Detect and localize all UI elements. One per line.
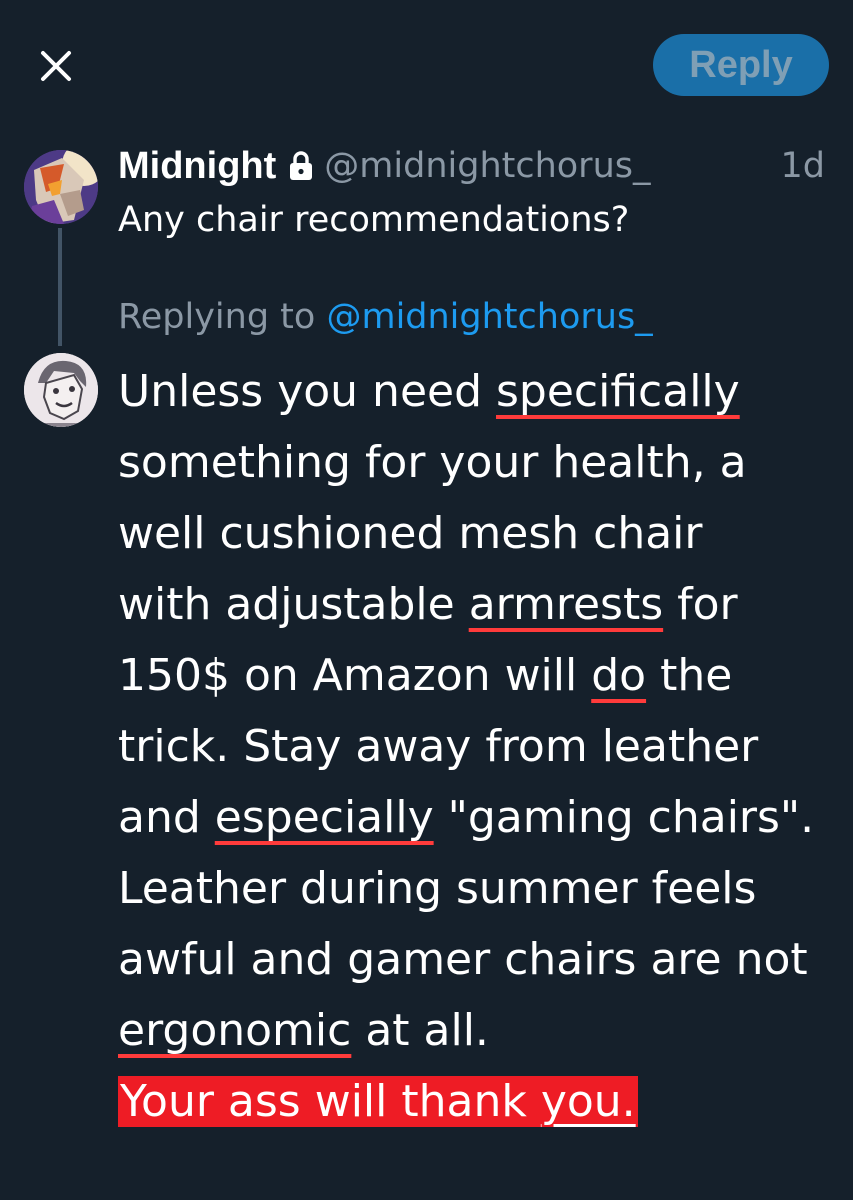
author-name[interactable]: Midnight	[118, 145, 276, 188]
reply-line: something for your health, a	[118, 437, 747, 488]
reply-line: Leather during summer feels	[118, 863, 757, 914]
spellcheck-word[interactable]: armrests	[469, 579, 663, 630]
spellcheck-word[interactable]: do	[591, 650, 646, 701]
reply-line: ergonomic at all.	[118, 1005, 489, 1056]
reply-line: with adjustable armrests for	[118, 579, 738, 630]
reply-line: awful and gamer chairs are not	[118, 934, 808, 985]
highlight-underlined-word: you.	[540, 1076, 636, 1127]
lock-icon	[290, 151, 313, 180]
avatar-image	[24, 150, 98, 224]
reply-line: and especially "gaming chairs".	[118, 792, 815, 843]
tweet-text: Any chair recommendations?	[118, 200, 630, 240]
close-button[interactable]	[38, 48, 74, 84]
replying-to: Replying to @midnightchorus_	[118, 293, 653, 341]
tweet-time[interactable]: 1d	[781, 142, 826, 190]
thread-connector	[58, 228, 62, 346]
reply-text: Unless you need specifically something f…	[118, 356, 838, 1137]
reply-avatar[interactable]	[24, 353, 98, 427]
avatar[interactable]	[24, 150, 98, 224]
close-icon	[41, 51, 71, 81]
reply-line: Unless you need specifically	[118, 366, 740, 417]
reply-line: 150$ on Amazon will do the	[118, 650, 733, 701]
spellcheck-word[interactable]: specifically	[496, 366, 740, 417]
spellcheck-word[interactable]: ergonomic	[118, 1005, 351, 1056]
reply-line: well cushioned mesh chair	[118, 508, 703, 559]
replying-prefix: Replying to	[118, 297, 316, 337]
reply-line: trick. Stay away from leather	[118, 721, 759, 772]
spellcheck-word[interactable]: especially	[215, 792, 434, 843]
reply-avatar-image	[24, 353, 98, 427]
highlighted-line: Your ass will thank you.	[118, 1066, 838, 1137]
reply-button[interactable]: Reply	[653, 34, 829, 96]
highlight-block: Your ass will thank you.	[118, 1076, 638, 1127]
author-handle[interactable]: @midnightchorus_	[324, 146, 650, 186]
replying-handle-link[interactable]: @midnightchorus_	[326, 297, 652, 337]
tweet-author-row: Midnight @midnightchorus_	[118, 142, 651, 190]
